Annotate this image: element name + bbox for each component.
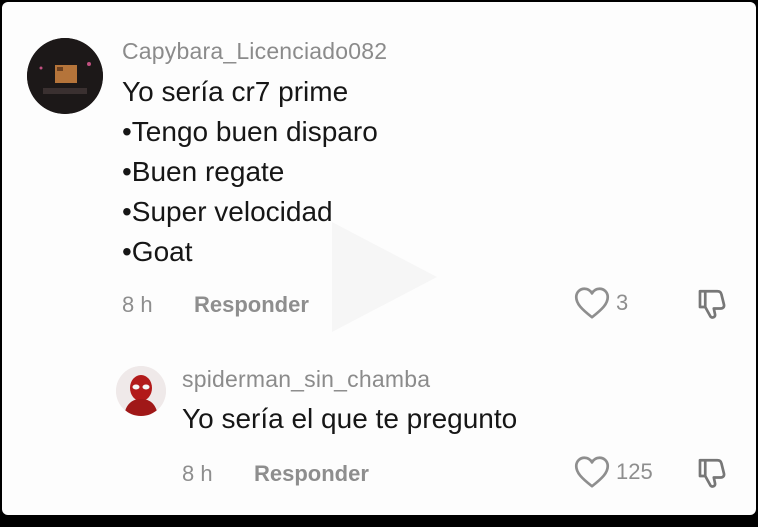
username[interactable]: Capybara_Licenciado082 [122,38,387,65]
like-count: 3 [616,290,629,315]
reply-button[interactable]: Responder [194,292,309,318]
comment-text-line: •Super velocidad [122,196,333,227]
play-icon [332,222,437,332]
avatar[interactable] [116,366,166,416]
comments-panel: Capybara_Licenciado082 Yo sería cr7 prim… [2,2,756,515]
like-button[interactable]: 3 [574,286,628,320]
thumbs-down-icon[interactable] [694,455,730,491]
username[interactable]: spiderman_sin_chamba [182,366,430,393]
comment-text-line: Yo sería cr7 prime [122,76,349,107]
like-button[interactable]: 125 [574,455,653,489]
heart-outline-icon [574,287,610,319]
comment-text-line: •Goat [122,236,193,267]
heart-outline-icon [574,456,610,488]
avatar[interactable] [27,38,103,114]
comment-text-line: •Buen regate [122,156,285,187]
avatar-image [116,366,166,416]
reply-button[interactable]: Responder [254,461,369,487]
thumbs-down-icon[interactable] [694,286,730,322]
comment-text-line: •Tengo buen disparo [122,116,378,147]
like-count: 125 [616,459,653,484]
avatar-image [27,38,103,114]
comment-text-line: Yo sería el que te pregunto [182,403,518,434]
comment-time: 8 h [122,292,153,317]
comment-time: 8 h [182,461,213,486]
